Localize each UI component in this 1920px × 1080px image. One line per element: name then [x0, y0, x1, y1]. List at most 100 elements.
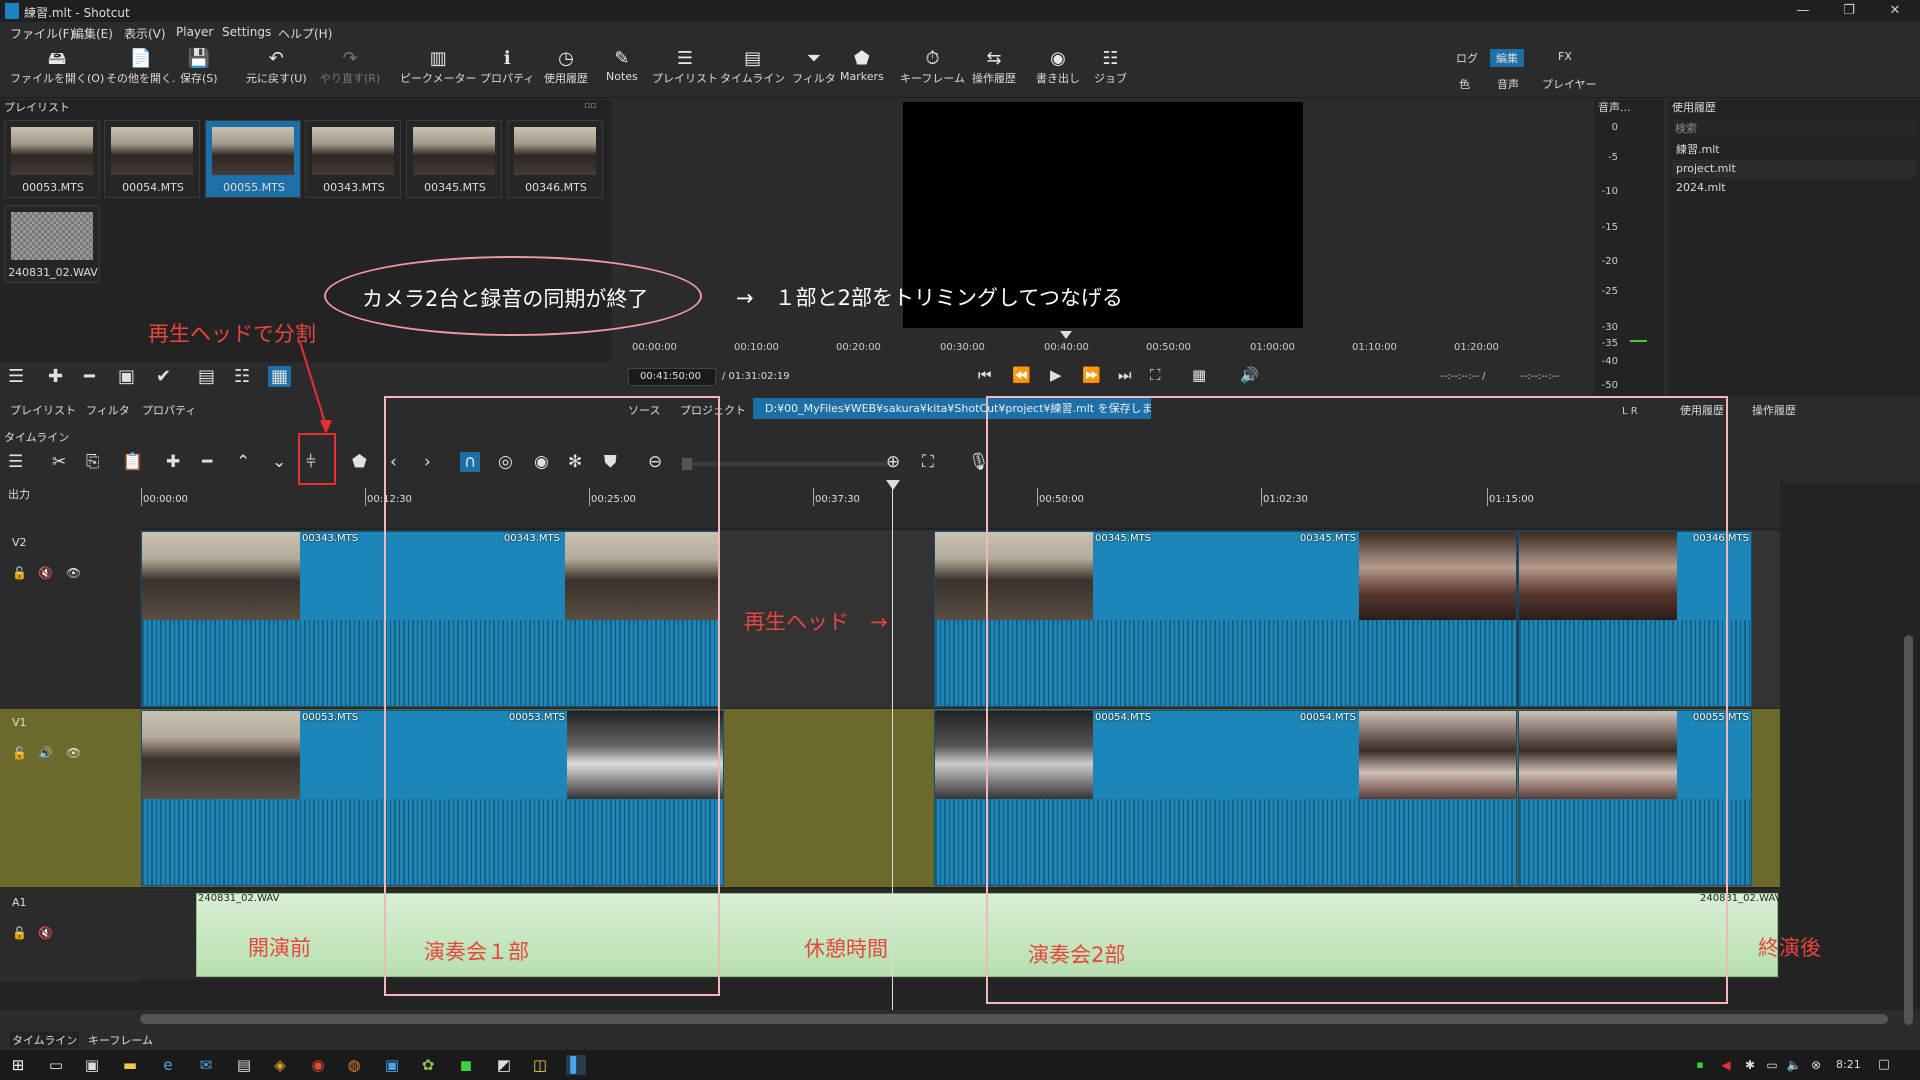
recent-search-input[interactable]: 検索: [1672, 120, 1916, 137]
track-header-v1[interactable]: [0, 709, 140, 887]
tab-keyframes[interactable]: キーフレーム: [88, 1032, 153, 1048]
copy-icon[interactable]: ⎘: [86, 452, 100, 472]
app-icon[interactable]: ◩: [494, 1055, 514, 1075]
lock-icon[interactable]: 🔓: [12, 566, 27, 580]
tab-timeline[interactable]: タイムライン: [10, 1032, 80, 1048]
zoom-fit-timeline-icon[interactable]: ⛶: [922, 452, 934, 472]
playlist-menu-icon[interactable]: ☰: [8, 366, 24, 387]
playlist-details-view-icon[interactable]: ▤: [198, 366, 215, 387]
tab-undo-history[interactable]: 操作履歴: [1752, 402, 1796, 418]
export-button[interactable]: ◉ 書き出し: [1036, 48, 1080, 86]
menu-file[interactable]: ファイル(F): [10, 25, 74, 42]
ripple-delete-icon[interactable]: ━: [202, 452, 212, 472]
keyframes-button[interactable]: ⏱ キーフレーム: [900, 48, 965, 86]
timecode-field[interactable]: 00:41:50:00: [628, 368, 716, 386]
mute-icon[interactable]: 🔇: [38, 926, 53, 940]
play-icon[interactable]: ▶: [1050, 366, 1062, 384]
volume-icon[interactable]: 🔊: [1240, 366, 1259, 384]
playlist-update-icon[interactable]: ▣: [118, 366, 135, 387]
undo-button[interactable]: ↶ 元に戻す(U): [246, 48, 307, 86]
app-icon[interactable]: ◈: [270, 1055, 290, 1075]
start-icon[interactable]: ⊞: [8, 1055, 28, 1075]
maximize-button[interactable]: ❐: [1826, 0, 1872, 22]
zoom-in-icon[interactable]: ⊕: [886, 452, 900, 472]
playlist-item-selected[interactable]: 00055.MTS: [205, 120, 301, 198]
player-position-marker[interactable]: [1060, 331, 1072, 339]
open-other-button[interactable]: 📄 その他を開く.: [106, 48, 176, 86]
menu-player[interactable]: Player: [176, 25, 213, 39]
mute-icon[interactable]: 🔇: [38, 566, 53, 580]
append-icon[interactable]: ✚: [166, 452, 180, 472]
redo-button[interactable]: ↷ やり直す(R): [320, 48, 380, 86]
eye-icon[interactable]: 👁: [66, 746, 81, 760]
lift-icon[interactable]: ⌃: [236, 452, 250, 472]
playlist-item[interactable]: 00054.MTS: [104, 120, 200, 198]
calculator-icon[interactable]: ▤: [234, 1055, 254, 1075]
workspace-color[interactable]: 色: [1459, 76, 1470, 92]
app-icon[interactable]: ✿: [418, 1055, 438, 1075]
track-header-v2[interactable]: [0, 530, 140, 708]
playlist-item[interactable]: 00053.MTS: [4, 120, 100, 198]
taskview-icon[interactable]: ▭: [46, 1055, 66, 1075]
speaker-icon[interactable]: 🔈: [1784, 1055, 1804, 1075]
volume-icon[interactable]: 🔊: [38, 746, 53, 760]
markers-button[interactable]: ⬟ Markers: [840, 48, 884, 83]
firefox-icon[interactable]: ◍: [344, 1055, 364, 1075]
playlist-item[interactable]: 00345.MTS: [406, 120, 502, 198]
recent-item[interactable]: 練習.mlt: [1672, 141, 1916, 159]
playlist-check-icon[interactable]: ✔: [156, 366, 171, 387]
jobs-button[interactable]: ☷ ジョブ: [1094, 48, 1127, 86]
overwrite-icon[interactable]: ⌄: [272, 452, 286, 472]
skip-previous-icon[interactable]: ⏮: [978, 366, 992, 384]
playlist-add-icon[interactable]: ✚: [48, 366, 63, 387]
tray-icon[interactable]: ⊗: [1806, 1055, 1826, 1075]
app-icon[interactable]: ◫: [530, 1055, 550, 1075]
playlist-item[interactable]: 00343.MTS: [305, 120, 401, 198]
tab-playlist[interactable]: プレイリスト: [10, 402, 76, 418]
workspace-audio[interactable]: 音声: [1497, 76, 1519, 92]
line-icon[interactable]: ◼: [456, 1055, 476, 1075]
filter-button[interactable]: ⏷ フィルタ: [792, 48, 836, 86]
rewind-icon[interactable]: ⏪: [1012, 366, 1031, 384]
history-button[interactable]: ◷ 使用履歴: [544, 48, 588, 86]
zoom-fit-icon[interactable]: ⛶: [1150, 366, 1161, 384]
timeline-vertical-scrollbar[interactable]: [1904, 635, 1913, 1025]
menu-view[interactable]: 表示(V): [124, 25, 166, 42]
paste-icon[interactable]: 📋: [122, 452, 143, 472]
app-icon[interactable]: ▣: [382, 1055, 402, 1075]
properties-button[interactable]: ℹ プロパティ: [480, 48, 534, 86]
menu-settings[interactable]: Settings: [222, 25, 271, 39]
tab-properties[interactable]: プロパティ: [142, 402, 196, 418]
menu-help[interactable]: ヘルプ(H): [278, 25, 332, 42]
eye-icon[interactable]: 👁: [66, 566, 81, 580]
timeline-horizontal-scrollbar[interactable]: [140, 1014, 1888, 1024]
network-icon[interactable]: ▭: [1762, 1055, 1782, 1075]
peak-meter-button[interactable]: ▥ ピークメーター: [400, 48, 477, 86]
mail-icon[interactable]: ✉: [196, 1055, 216, 1075]
playlist-grid-view-icon[interactable]: ▦: [268, 366, 292, 387]
folder-icon[interactable]: ▬: [120, 1055, 140, 1075]
shotcut-taskbar-icon[interactable]: ▌: [566, 1055, 586, 1075]
playlist-remove-icon[interactable]: ━: [84, 366, 95, 387]
open-button[interactable]: 🖴 ファイルを開く(O): [10, 48, 104, 86]
menu-edit[interactable]: 編集(E): [72, 25, 113, 42]
recent-item[interactable]: project.mlt: [1672, 160, 1916, 178]
timeline-playhead[interactable]: [892, 482, 893, 1010]
timeline-menu-icon[interactable]: ☰: [8, 452, 23, 472]
minimize-button[interactable]: —: [1780, 0, 1826, 22]
playlist-list-view-icon[interactable]: ☷: [234, 366, 250, 387]
recent-item[interactable]: 2024.mlt: [1672, 179, 1916, 197]
marker-icon[interactable]: ⬟: [352, 452, 367, 472]
chrome-icon[interactable]: ◉: [308, 1055, 328, 1075]
playhead-handle[interactable]: [886, 480, 900, 490]
terminal-icon[interactable]: ▣: [82, 1055, 102, 1075]
workspace-player[interactable]: プレイヤー: [1542, 76, 1597, 92]
grid-icon[interactable]: ▦: [1192, 366, 1206, 384]
zoom-slider[interactable]: [690, 462, 890, 466]
tray-icon[interactable]: ◀: [1716, 1055, 1736, 1075]
fast-forward-icon[interactable]: ⏩: [1082, 366, 1101, 384]
workspace-edit[interactable]: 編集: [1490, 49, 1524, 67]
undo-history-button[interactable]: ⇆ 操作履歴: [972, 48, 1016, 86]
tab-filters[interactable]: フィルタ: [86, 402, 130, 418]
dock-float-icon[interactable]: ▫▫: [584, 101, 596, 111]
